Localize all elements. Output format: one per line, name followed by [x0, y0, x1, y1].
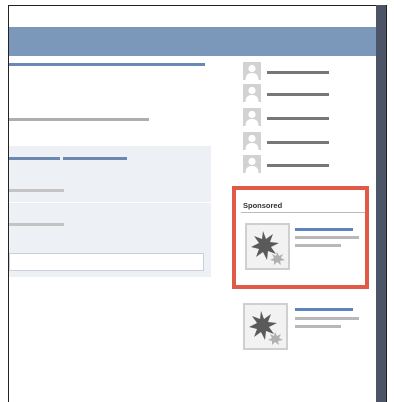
ad-text-placeholder	[295, 317, 359, 320]
window-border	[386, 5, 387, 402]
card-divider	[9, 202, 211, 203]
person-silhouette-icon	[243, 155, 261, 173]
ad-title-placeholder[interactable]	[295, 308, 353, 311]
contact-item[interactable]	[243, 62, 333, 80]
contact-item[interactable]	[243, 84, 333, 102]
contact-name	[267, 71, 329, 74]
post-title-placeholder[interactable]	[9, 63, 205, 66]
sponsored-label: Sponsored	[241, 201, 365, 213]
comment-placeholder	[9, 189, 64, 192]
window-border	[8, 5, 387, 6]
comment-placeholder	[9, 223, 64, 226]
contact-name	[267, 164, 329, 167]
person-silhouette-icon	[243, 84, 261, 102]
person-silhouette-icon	[243, 62, 261, 80]
ad-title-placeholder[interactable]	[295, 228, 353, 231]
contact-name	[267, 117, 329, 120]
browser-viewport: Sponsored	[0, 0, 394, 402]
contact-name	[267, 93, 329, 96]
sponsored-section: Sponsored	[239, 193, 365, 282]
feed-post-card	[9, 146, 211, 277]
contact-name	[267, 141, 329, 144]
image-placeholder-icon[interactable]	[245, 223, 290, 270]
comment-input[interactable]	[9, 253, 204, 271]
post-action-link[interactable]	[9, 157, 60, 160]
sponsored-ad[interactable]	[243, 303, 363, 355]
image-placeholder-icon[interactable]	[243, 303, 288, 350]
person-silhouette-icon	[243, 108, 261, 126]
contact-item[interactable]	[243, 155, 333, 173]
contact-item[interactable]	[243, 132, 333, 150]
ad-text-placeholder	[295, 236, 359, 239]
top-navigation-bar	[9, 27, 376, 56]
person-silhouette-icon	[243, 132, 261, 150]
contact-item[interactable]	[243, 108, 333, 126]
sponsored-ad-highlight[interactable]: Sponsored	[232, 186, 369, 289]
ad-text-placeholder	[295, 325, 341, 328]
post-action-link[interactable]	[63, 157, 127, 160]
post-text-placeholder	[9, 118, 149, 121]
ad-text-placeholder	[295, 244, 341, 247]
